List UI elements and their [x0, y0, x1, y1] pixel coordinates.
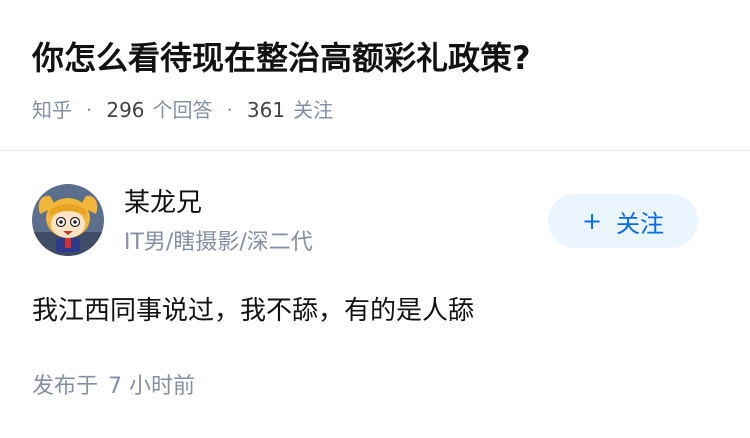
follower-count-label: 关注	[293, 98, 334, 122]
author-name[interactable]: 某龙兄	[124, 185, 202, 221]
follow-button[interactable]: + 关注	[548, 194, 698, 248]
follow-button-label: 关注	[616, 209, 665, 238]
author-avatar[interactable]	[32, 184, 104, 256]
publish-time: 7 小时前	[108, 374, 196, 399]
plus-icon: +	[581, 207, 603, 235]
follower-count: 361	[246, 98, 286, 122]
publish-prefix: 发布于	[32, 374, 99, 399]
answer-count-label: 个回答	[152, 98, 213, 122]
answer-content[interactable]: 我江西同事说过，我不舔，有的是人舔	[32, 293, 474, 329]
question-header: 你怎么看待现在整治高额彩礼政策? 知乎 · 296 个回答 · 361 关注	[0, 0, 750, 152]
question-title[interactable]: 你怎么看待现在整治高额彩礼政策?	[32, 34, 531, 82]
meta-separator: ·	[226, 98, 233, 122]
question-meta: 知乎 · 296 个回答 · 361 关注	[32, 93, 333, 127]
author-bio: IT男/瞎摄影/深二代	[124, 230, 313, 255]
answer-card: 某龙兄 IT男/瞎摄影/深二代 + 关注 我江西同事说过，我不舔，有的是人舔 发…	[0, 151, 750, 438]
meta-separator: ·	[86, 98, 93, 122]
source-label: 知乎	[32, 98, 72, 122]
cartoon-avatar-icon	[32, 184, 104, 256]
answer-count: 296	[106, 98, 145, 122]
publish-info: 发布于 7 小时前	[32, 371, 195, 403]
